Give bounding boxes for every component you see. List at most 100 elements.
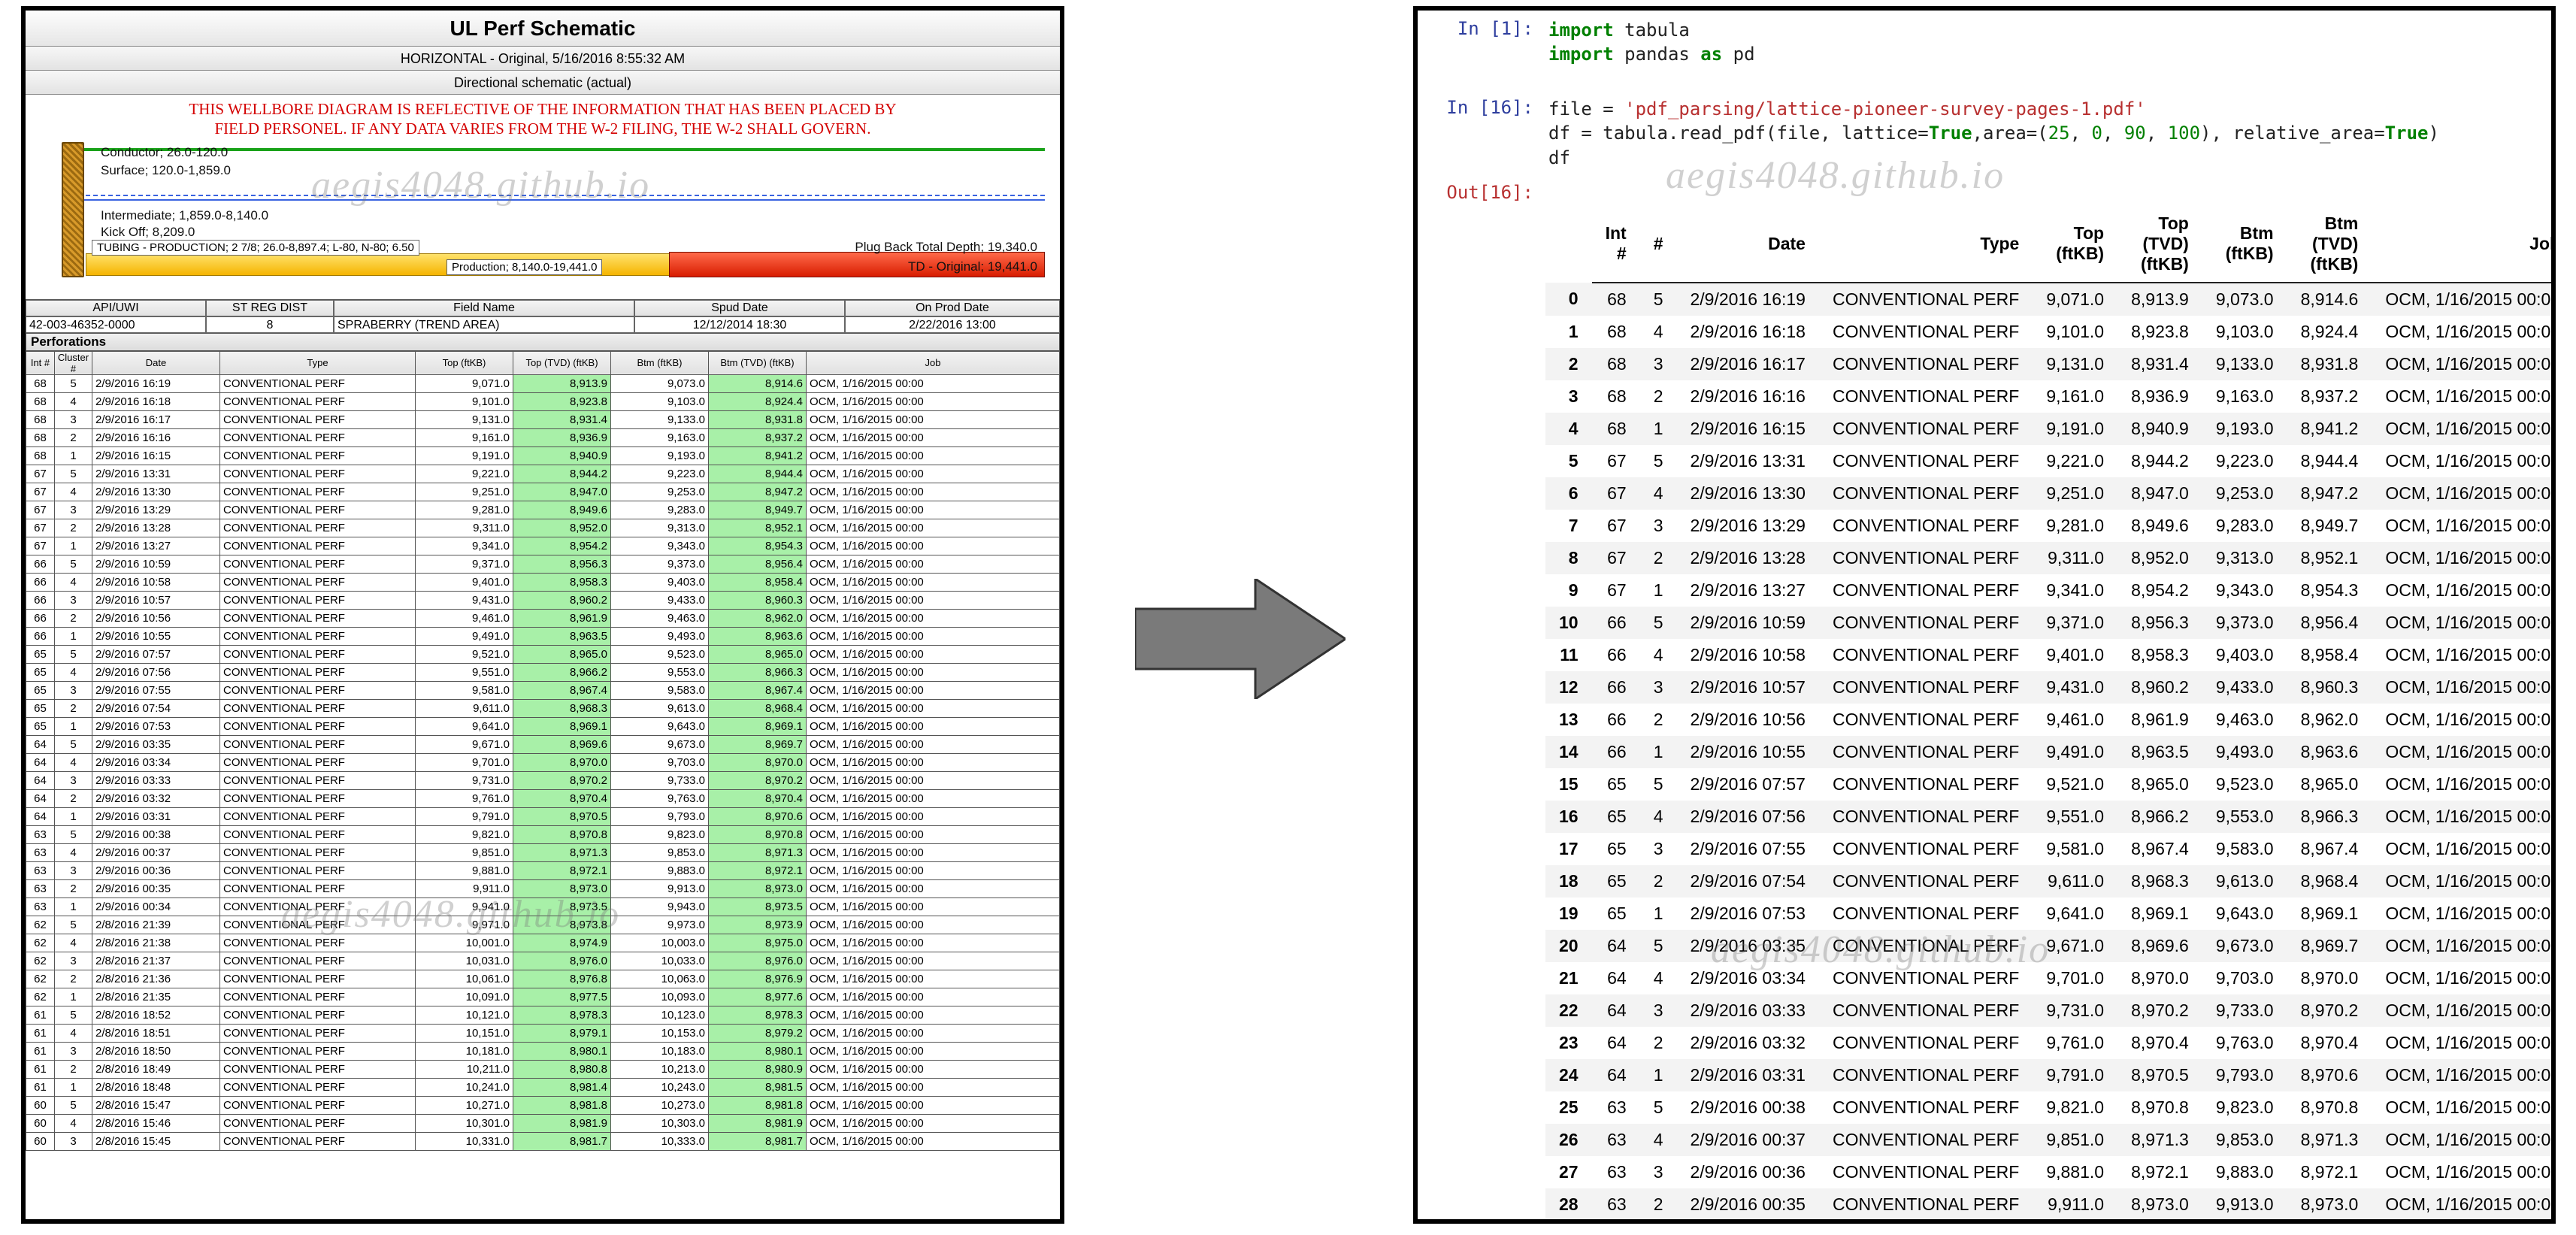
table-row: 6352/9/2016 00:38CONVENTIONAL PERF9,821.…: [26, 825, 1060, 843]
table-row: 56752/9/2016 13:31CONVENTIONAL PERF9,221…: [1545, 445, 2556, 477]
table-row: 106652/9/2016 10:59CONVENTIONAL PERF9,37…: [1545, 607, 2556, 639]
hdr-val-field: SPRABERRY (TREND AREA): [334, 316, 634, 333]
th-cluster: Cluster #: [55, 351, 92, 374]
jupyter-panel: In [1]: import tabula import pandas as p…: [1413, 6, 2556, 1224]
jp-prompt-out-16: Out[16]:: [1418, 180, 1545, 203]
table-row: 6322/9/2016 00:35CONVENTIONAL PERF9,911.…: [26, 879, 1060, 897]
report-subtitle: HORIZONTAL - Original, 5/16/2016 8:55:32…: [26, 47, 1060, 71]
table-row: 6622/9/2016 10:56CONVENTIONAL PERF9,461.…: [26, 609, 1060, 627]
df-col-header: Btm (TVD) (ftKB): [2287, 206, 2372, 283]
jp-code-1[interactable]: import tabula import pandas as pd: [1545, 17, 2551, 68]
label-conductor: Conductor; 26.0-120.0: [101, 145, 228, 160]
label-plugback: Plug Back Total Depth; 19,340.0: [855, 240, 1037, 255]
table-row: 76732/9/2016 13:29CONVENTIONAL PERF9,281…: [1545, 510, 2556, 542]
table-row: 236422/9/2016 03:32CONVENTIONAL PERF9,76…: [1545, 1027, 2556, 1059]
table-row: 116642/9/2016 10:58CONVENTIONAL PERF9,40…: [1545, 639, 2556, 671]
th-job: Job: [807, 351, 1060, 374]
hdr-lbl-prod: On Prod Date: [845, 300, 1060, 316]
df-idx-header: [1545, 206, 1592, 283]
table-row: 6632/9/2016 10:57CONVENTIONAL PERF9,431.…: [26, 591, 1060, 609]
table-row: 176532/9/2016 07:55CONVENTIONAL PERF9,58…: [1545, 833, 2556, 865]
table-row: 96712/9/2016 13:27CONVENTIONAL PERF9,341…: [1545, 574, 2556, 607]
table-row: 6652/9/2016 10:59CONVENTIONAL PERF9,371.…: [26, 555, 1060, 573]
perforations-title: Perforations: [26, 333, 1060, 351]
table-row: 266342/9/2016 00:37CONVENTIONAL PERF9,85…: [1545, 1124, 2556, 1156]
th-btm: Btm (ftKB): [611, 351, 709, 374]
table-row: 156552/9/2016 07:57CONVENTIONAL PERF9,52…: [1545, 768, 2556, 801]
tag-production: Production; 8,140.0-19,441.0: [446, 259, 602, 275]
hdr-lbl-spud: Spud Date: [634, 300, 845, 316]
hdr-val-api: 42-003-46352-0000: [26, 316, 206, 333]
table-row: 6732/9/2016 13:29CONVENTIONAL PERF9,281.…: [26, 501, 1060, 519]
jp-cell-out-16: Out[16]:: [1418, 174, 2551, 206]
table-row: 6642/9/2016 10:58CONVENTIONAL PERF9,401.…: [26, 573, 1060, 591]
table-row: 6522/9/2016 07:54CONVENTIONAL PERF9,611.…: [26, 699, 1060, 717]
schematic-diagram: Conductor; 26.0-120.0 Surface; 120.0-1,8…: [26, 142, 1060, 300]
table-row: 6612/9/2016 10:55CONVENTIONAL PERF9,491.…: [26, 627, 1060, 645]
jp-prompt-in-16: In [16]:: [1418, 95, 1545, 118]
table-row: 6032/8/2016 15:45CONVENTIONAL PERF10,331…: [26, 1132, 1060, 1150]
th-top: Top (ftKB): [416, 351, 513, 374]
label-td: TD - Original; 19,441.0: [908, 259, 1037, 274]
th-btmtvd: Btm (TVD) (ftKB): [709, 351, 807, 374]
table-row: 6822/9/2016 16:16CONVENTIONAL PERF9,161.…: [26, 428, 1060, 446]
df-col-header: Top (TVD) (ftKB): [2117, 206, 2202, 283]
table-row: 126632/9/2016 10:57CONVENTIONAL PERF9,43…: [1545, 671, 2556, 704]
pdf-report-panel: UL Perf Schematic HORIZONTAL - Original,…: [21, 6, 1064, 1224]
jp-cell-16: In [16]: file = 'pdf_parsing/lattice-pio…: [1418, 89, 2551, 174]
table-row: 6332/9/2016 00:36CONVENTIONAL PERF9,881.…: [26, 861, 1060, 879]
table-row: 146612/9/2016 10:55CONVENTIONAL PERF9,49…: [1545, 736, 2556, 768]
df-col-header: Int #: [1592, 206, 1640, 283]
hdr-val-spud: 12/12/2014 18:30: [634, 316, 845, 333]
table-row: 6132/8/2016 18:50CONVENTIONAL PERF10,181…: [26, 1042, 1060, 1060]
jp-code-16[interactable]: file = 'pdf_parsing/lattice-pioneer-surv…: [1545, 95, 2551, 171]
table-row: 6222/8/2016 21:36CONVENTIONAL PERF10,061…: [26, 970, 1060, 988]
canvas: UL Perf Schematic HORIZONTAL - Original,…: [0, 0, 2576, 1235]
table-row: 166542/9/2016 07:56CONVENTIONAL PERF9,55…: [1545, 801, 2556, 833]
table-row: 6752/9/2016 13:31CONVENTIONAL PERF9,221.…: [26, 465, 1060, 483]
table-row: 6312/9/2016 00:34CONVENTIONAL PERF9,941.…: [26, 897, 1060, 916]
table-row: 66742/9/2016 13:30CONVENTIONAL PERF9,251…: [1545, 477, 2556, 510]
hdr-lbl-streg: ST REG DIST: [206, 300, 334, 316]
table-row: 6232/8/2016 21:37CONVENTIONAL PERF10,031…: [26, 952, 1060, 970]
table-row: 196512/9/2016 07:53CONVENTIONAL PERF9,64…: [1545, 897, 2556, 930]
table-row: 226432/9/2016 03:33CONVENTIONAL PERF9,73…: [1545, 994, 2556, 1027]
table-row: 206452/9/2016 03:35CONVENTIONAL PERF9,67…: [1545, 930, 2556, 962]
table-row: 216442/9/2016 03:34CONVENTIONAL PERF9,70…: [1545, 962, 2556, 994]
table-row: 6842/9/2016 16:18CONVENTIONAL PERF9,101.…: [26, 392, 1060, 410]
table-row: 6542/9/2016 07:56CONVENTIONAL PERF9,551.…: [26, 663, 1060, 681]
table-row: 6442/9/2016 03:34CONVENTIONAL PERF9,701.…: [26, 753, 1060, 771]
table-row: 6052/8/2016 15:47CONVENTIONAL PERF10,271…: [26, 1096, 1060, 1114]
banner-line-2: FIELD PERSONEL. IF ANY DATA VARIES FROM …: [56, 119, 1030, 138]
table-row: 286322/9/2016 00:35CONVENTIONAL PERF9,91…: [1545, 1188, 2556, 1221]
arrow-icon: [1135, 579, 1346, 699]
table-row: 6152/8/2016 18:52CONVENTIONAL PERF10,121…: [26, 1006, 1060, 1024]
table-row: 6242/8/2016 21:38CONVENTIONAL PERF10,001…: [26, 934, 1060, 952]
banner-line-1: THIS WELLBORE DIAGRAM IS REFLECTIVE OF T…: [56, 99, 1030, 119]
df-col-header: Type: [1819, 206, 2033, 283]
perforations-table: Int # Cluster # Date Type Top (ftKB) Top…: [26, 351, 1060, 1151]
df-col-header: Job: [2372, 206, 2556, 283]
report-subtitle2: Directional schematic (actual): [26, 71, 1060, 95]
jp-prompt-in-1: In [1]:: [1418, 17, 1545, 39]
red-banner: THIS WELLBORE DIAGRAM IS REFLECTIVE OF T…: [26, 95, 1060, 142]
table-row: 246412/9/2016 03:31CONVENTIONAL PERF9,79…: [1545, 1059, 2556, 1091]
table-row: 6832/9/2016 16:17CONVENTIONAL PERF9,131.…: [26, 410, 1060, 428]
table-row: 86722/9/2016 13:28CONVENTIONAL PERF9,311…: [1545, 542, 2556, 574]
th-int: Int #: [26, 351, 55, 374]
table-row: 6452/9/2016 03:35CONVENTIONAL PERF9,671.…: [26, 735, 1060, 753]
tag-tubing: TUBING - PRODUCTION; 2 7/8; 26.0-8,897.4…: [92, 240, 419, 256]
report-title: UL Perf Schematic: [26, 11, 1060, 47]
label-intermediate: Intermediate; 1,859.0-8,140.0: [101, 208, 268, 223]
hdr-lbl-api: API/UWI: [26, 300, 206, 316]
table-row: 6422/9/2016 03:32CONVENTIONAL PERF9,761.…: [26, 789, 1060, 807]
table-row: 186522/9/2016 07:54CONVENTIONAL PERF9,61…: [1545, 865, 2556, 897]
table-row: 6042/8/2016 15:46CONVENTIONAL PERF10,301…: [26, 1114, 1060, 1132]
label-surface: Surface; 120.0-1,859.0: [101, 163, 231, 178]
table-row: 6742/9/2016 13:30CONVENTIONAL PERF9,251.…: [26, 483, 1060, 501]
table-row: 36822/9/2016 16:16CONVENTIONAL PERF9,161…: [1545, 380, 2556, 413]
table-row: 6722/9/2016 13:28CONVENTIONAL PERF9,311.…: [26, 519, 1060, 537]
table-row: 6532/9/2016 07:55CONVENTIONAL PERF9,581.…: [26, 681, 1060, 699]
table-row: 6142/8/2016 18:51CONVENTIONAL PERF10,151…: [26, 1024, 1060, 1042]
table-row: 6712/9/2016 13:27CONVENTIONAL PERF9,341.…: [26, 537, 1060, 555]
